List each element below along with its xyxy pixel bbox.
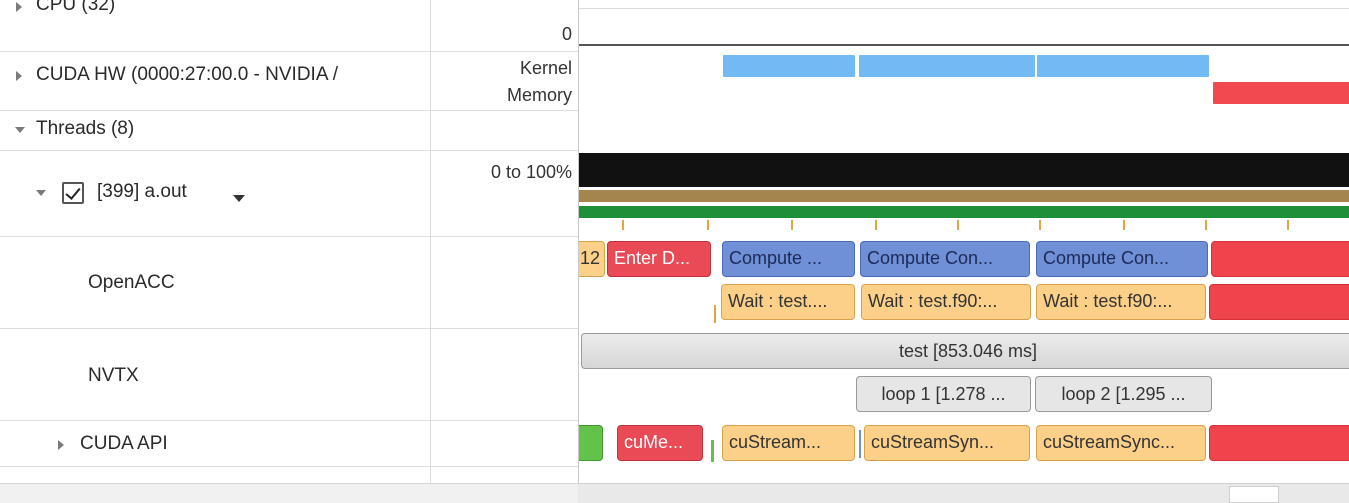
- openacc-marker: [714, 305, 716, 323]
- cuda-api-cumem-bar[interactable]: cuMe...: [617, 425, 703, 461]
- sample-tick: [875, 220, 877, 230]
- expand-cuda-api-icon[interactable]: [58, 440, 64, 450]
- cuda-hw-row-label[interactable]: CUDA HW (0000:27:00.0 - NVIDIA /: [36, 64, 426, 86]
- sample-tick: [791, 220, 793, 230]
- sample-tick: [1039, 220, 1041, 230]
- cuda-api-stream-sync-bar[interactable]: cuStreamSyn...: [864, 425, 1030, 461]
- cpu-utilization-baseline: [579, 44, 1349, 46]
- openacc-compute-bar[interactable]: Compute Con...: [1036, 241, 1208, 277]
- cuda-api-red-bar[interactable]: [1209, 425, 1349, 461]
- utilization-axis-label: 0 to 100%: [490, 162, 572, 182]
- cpu-row-label[interactable]: CPU (32): [36, 0, 115, 16]
- cuda-api-row-label[interactable]: CUDA API: [80, 433, 168, 455]
- nvtx-row-label: NVTX: [88, 365, 139, 386]
- process-label[interactable]: [399] a.out: [97, 181, 187, 203]
- process-menu-chevron-down-icon[interactable]: [233, 195, 245, 202]
- expand-cuda-hw-icon[interactable]: [16, 71, 22, 81]
- cuda-api-bar[interactable]: [579, 425, 603, 461]
- collapse-threads-icon[interactable]: [15, 127, 25, 133]
- sample-tick: [1287, 220, 1289, 230]
- openacc-enter-data-bar[interactable]: Enter D...: [607, 241, 711, 277]
- sample-tick: [1205, 220, 1207, 230]
- horizontal-scrollbar[interactable]: [578, 483, 1349, 503]
- cpu-axis-value: 0: [561, 24, 572, 44]
- openacc-red-bar[interactable]: [1209, 284, 1349, 320]
- row-axis-panel: 0 Kernel Memory 0 to 100%: [430, 0, 578, 503]
- nvtx-range-loop2[interactable]: loop 2 [1.295 ...: [1035, 376, 1212, 412]
- sample-tick: [957, 220, 959, 230]
- memory-bar[interactable]: [1213, 82, 1349, 104]
- cuda-api-marker: [859, 430, 861, 458]
- scrollbar-thumb[interactable]: [1229, 486, 1279, 503]
- sample-tick: [707, 220, 709, 230]
- openacc-wait-bar[interactable]: Wait : test.f90:...: [861, 284, 1031, 320]
- process-checkbox[interactable]: [62, 182, 84, 204]
- openacc-wait-bar[interactable]: Wait : test....: [721, 284, 855, 320]
- thread-state-band[interactable]: [579, 190, 1349, 202]
- kernel-bar[interactable]: [723, 55, 855, 77]
- nvtx-range-loop1[interactable]: loop 1 [1.278 ...: [856, 376, 1031, 412]
- cpu-utilization-band[interactable]: [579, 153, 1349, 187]
- openacc-compute-bar[interactable]: Compute ...: [722, 241, 855, 277]
- openacc-compute-bar[interactable]: Compute Con...: [860, 241, 1030, 277]
- tree-bottom-strip: [0, 483, 578, 503]
- openacc-bar[interactable]: 12: [579, 241, 605, 277]
- cuda-api-stream-sync-bar[interactable]: cuStreamSync...: [1036, 425, 1206, 461]
- kernel-bar[interactable]: [859, 55, 1035, 77]
- collapse-process-icon[interactable]: [36, 190, 46, 196]
- timeline-panel[interactable]: 12 Enter D... Compute ... Compute Con...…: [578, 0, 1349, 503]
- kernel-bar[interactable]: [1037, 55, 1209, 77]
- memory-axis-label: Memory: [506, 85, 572, 105]
- threads-row-label[interactable]: Threads (8): [36, 118, 134, 140]
- kernel-axis-label: Kernel: [519, 58, 572, 78]
- openacc-exit-data-bar[interactable]: [1211, 241, 1349, 277]
- tree-panel: CPU (32) CUDA HW (0000:27:00.0 - NVIDIA …: [0, 0, 430, 503]
- expand-cpu-icon[interactable]: [16, 2, 22, 12]
- sample-tick: [1123, 220, 1125, 230]
- openacc-wait-bar[interactable]: Wait : test.f90:...: [1036, 284, 1206, 320]
- openacc-row-label: OpenACC: [88, 272, 175, 293]
- thread-running-band[interactable]: [579, 206, 1349, 218]
- nvtx-range-test[interactable]: test [853.046 ms]: [581, 333, 1349, 369]
- cuda-api-stream-sync-bar[interactable]: cuStream...: [722, 425, 855, 461]
- timeline-top-line: [579, 8, 1349, 9]
- cuda-api-marker: [711, 440, 714, 462]
- sample-tick: [622, 220, 624, 230]
